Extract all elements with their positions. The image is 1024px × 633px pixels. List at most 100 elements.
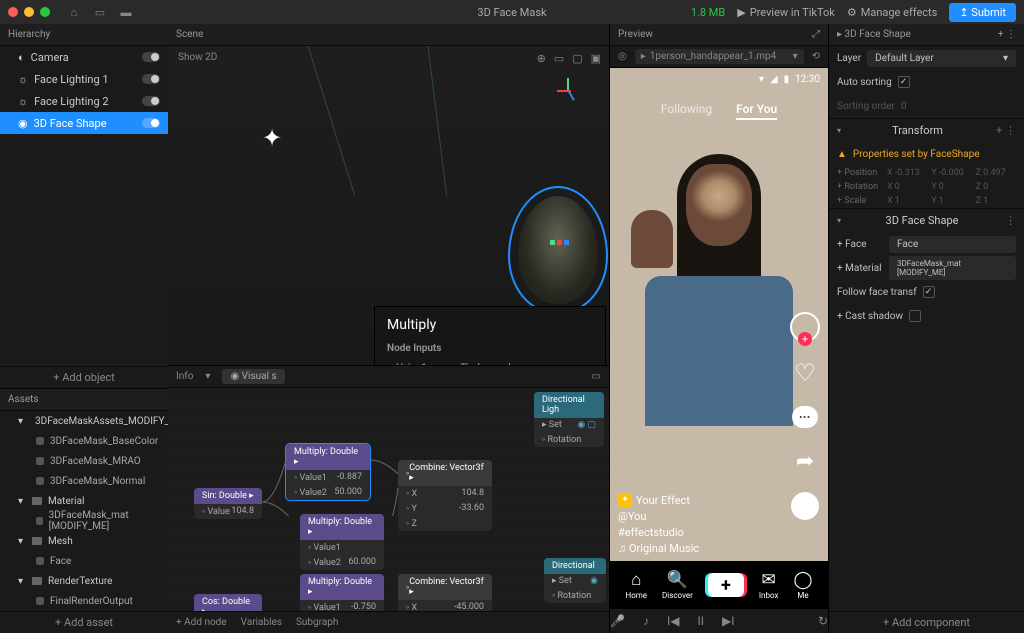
tiktok-icon[interactable]: ♪ xyxy=(643,614,649,628)
submit-button[interactable]: ↥ Submit xyxy=(949,3,1016,22)
material-field[interactable]: 3DFaceMask_mat [MODIFY_ME] xyxy=(889,256,1016,280)
visual-script-dropdown[interactable]: ◉ Visual s xyxy=(222,369,284,384)
hierarchy-item-light1[interactable]: ☼Face Lighting 1 xyxy=(0,68,168,90)
close-window-icon[interactable] xyxy=(8,7,18,17)
record-icon[interactable]: ◎ xyxy=(618,51,627,62)
user-handle: @You xyxy=(618,510,699,523)
folder-icon xyxy=(32,537,42,545)
share-icon[interactable]: ➦ xyxy=(792,448,818,474)
menu-icon[interactable]: ⋮ xyxy=(1006,29,1016,40)
nav-home[interactable]: ⌂Home xyxy=(626,570,648,600)
add-icon[interactable]: + xyxy=(998,29,1004,40)
axes-gizmo[interactable] xyxy=(555,76,583,104)
follow-checkbox[interactable] xyxy=(923,286,935,298)
tab-following[interactable]: Following xyxy=(661,102,712,120)
mic-icon[interactable]: 🎤 xyxy=(610,614,625,628)
node-directional-light[interactable]: Directional Ligh ▸ Set◉ ▢ ◦ Rotation xyxy=(534,392,604,447)
faceshape-section[interactable]: 3D Face Shape⋮ xyxy=(829,208,1024,232)
show-2d-toggle[interactable]: Show 2D xyxy=(178,52,217,63)
visibility-toggle[interactable] xyxy=(142,118,160,128)
subgraph-button[interactable]: Subgraph xyxy=(296,617,338,628)
home-icon[interactable]: ⌂ xyxy=(68,6,80,18)
light-icon: ✦ xyxy=(262,124,282,152)
visibility-toggle[interactable] xyxy=(142,96,160,106)
layer-dropdown[interactable]: Default Layer▾ xyxy=(867,50,1016,67)
hierarchy-item-light2[interactable]: ☼Face Lighting 2 xyxy=(0,90,168,112)
node-combine[interactable]: ◦ Combine: Vector3f ▸ ◦ X104.8 ◦ Y-33.60… xyxy=(398,460,492,531)
variables-button[interactable]: Variables xyxy=(241,617,282,628)
tab-foryou[interactable]: For You xyxy=(736,102,777,120)
node-sin[interactable]: Sin: Double ▸ ◦ Value104.8 xyxy=(194,488,262,519)
file-icon xyxy=(36,437,44,445)
expand-icon[interactable]: ⤢ xyxy=(812,29,820,40)
node-multiply[interactable]: Multiply: Double ▸ ◦ Value1 ◦ Value260.0… xyxy=(300,514,384,570)
preview-tiktok-link[interactable]: ▶Preview in TikTok xyxy=(737,6,835,19)
add-object-button[interactable]: + Add object xyxy=(0,366,168,388)
transform-section[interactable]: Transform+ ⋮ xyxy=(829,118,1024,142)
scene-tool-icon[interactable]: ⊕ xyxy=(537,52,546,65)
window-controls xyxy=(8,7,50,17)
scene-header: Scene xyxy=(168,24,609,46)
add-component-button[interactable]: + Add component xyxy=(829,611,1024,633)
visibility-toggle[interactable] xyxy=(142,52,160,62)
autosort-label: Auto sorting xyxy=(837,77,892,88)
info-dropdown[interactable]: Info xyxy=(176,371,193,382)
nav-create[interactable]: + xyxy=(708,573,744,597)
hierarchy-item-camera[interactable]: ◐Camera xyxy=(0,46,168,68)
like-icon[interactable]: ♡ xyxy=(792,360,818,386)
face-mesh[interactable] xyxy=(508,186,608,314)
tooltip-section: Node Inputs xyxy=(387,343,593,354)
refresh-icon[interactable]: ⟲ xyxy=(812,51,820,62)
preview-transport: 🎤 ♪ I◀ II ▶I ↻ xyxy=(610,609,828,633)
asset-file[interactable]: 3DFaceMask_MRAO xyxy=(0,451,168,471)
save-icon[interactable]: ▬ xyxy=(120,6,132,18)
maximize-window-icon[interactable] xyxy=(40,7,50,17)
asset-file[interactable]: 3DFaceMask_mat [MODIFY_ME] xyxy=(0,511,168,531)
pause-icon[interactable]: II xyxy=(697,614,704,628)
asset-file[interactable]: Face xyxy=(0,551,168,571)
scene-tool-icon[interactable]: ▭ xyxy=(554,52,564,65)
project-size: 1.8 MB xyxy=(691,6,725,19)
node-multiply-selected[interactable]: Multiply: Double ▸ ◦ Value1-0.887 ◦ Valu… xyxy=(286,444,370,500)
preview-source-dropdown[interactable]: ▸ 1person_handappear_1.mp4▾ xyxy=(635,49,804,64)
nav-me[interactable]: ◯Me xyxy=(793,570,812,600)
follow-face-label: Follow face transf xyxy=(837,287,917,298)
document-icon[interactable]: ▭ xyxy=(94,6,106,18)
asset-folder[interactable]: ▾3DFaceMaskAssets_MODIFY_ME xyxy=(0,411,168,431)
asset-file[interactable]: 3DFaceMask_Normal xyxy=(0,471,168,491)
nav-discover[interactable]: 🔍Discover xyxy=(662,570,693,600)
file-icon xyxy=(36,557,44,565)
next-frame-icon[interactable]: ▶I xyxy=(722,614,735,628)
node-directional-light[interactable]: Directional ▸ Set◉ ◦ Rotation xyxy=(544,558,606,603)
nav-inbox[interactable]: ✉Inbox xyxy=(759,570,779,600)
comment-icon[interactable]: ••• xyxy=(792,404,818,430)
layer-label: Layer xyxy=(837,53,861,64)
avatar-follow-button[interactable] xyxy=(790,312,820,342)
asset-folder[interactable]: ▾RenderTexture xyxy=(0,571,168,591)
effect-name: Your Effect xyxy=(636,494,690,507)
add-node-button[interactable]: + Add node xyxy=(176,617,227,628)
asset-file[interactable]: FinalRenderOutput xyxy=(0,591,168,611)
sound-disc-icon[interactable] xyxy=(791,492,819,520)
scene-viewport[interactable]: Show 2D ⊕ ▭ ▢ ▣ ✦ Multiply Node Inputs V… xyxy=(168,46,609,365)
visibility-toggle[interactable] xyxy=(142,74,160,84)
add-asset-button[interactable]: + Add asset xyxy=(0,611,168,633)
hierarchy-item-faceshape[interactable]: ◉3D Face Shape xyxy=(0,112,168,134)
manage-effects-link[interactable]: ⚙Manage effects xyxy=(847,6,937,19)
autosort-checkbox[interactable] xyxy=(898,76,910,88)
prev-frame-icon[interactable]: I◀ xyxy=(667,614,680,628)
face-mesh-field[interactable]: Face xyxy=(889,236,1016,253)
file-icon xyxy=(36,517,43,525)
folder-icon xyxy=(32,497,42,505)
hashtag: #effectstudio xyxy=(618,526,699,539)
node-graph[interactable]: Info▾ ◉ Visual s ▭ Sin: Double ▸ ◦ Value… xyxy=(168,365,609,633)
asset-file[interactable]: 3DFaceMask_BaseColor xyxy=(0,431,168,451)
asset-folder[interactable]: ▾Material xyxy=(0,491,168,511)
scene-tool-icon[interactable]: ▢ xyxy=(572,52,582,65)
scene-tool-icon[interactable]: ▣ xyxy=(591,52,601,65)
asset-folder[interactable]: ▾Mesh xyxy=(0,531,168,551)
cast-shadow-checkbox[interactable] xyxy=(909,310,921,322)
minimize-window-icon[interactable] xyxy=(24,7,34,17)
reset-icon[interactable]: ↻ xyxy=(818,614,828,628)
graph-tool-icon[interactable]: ▭ xyxy=(592,371,601,382)
